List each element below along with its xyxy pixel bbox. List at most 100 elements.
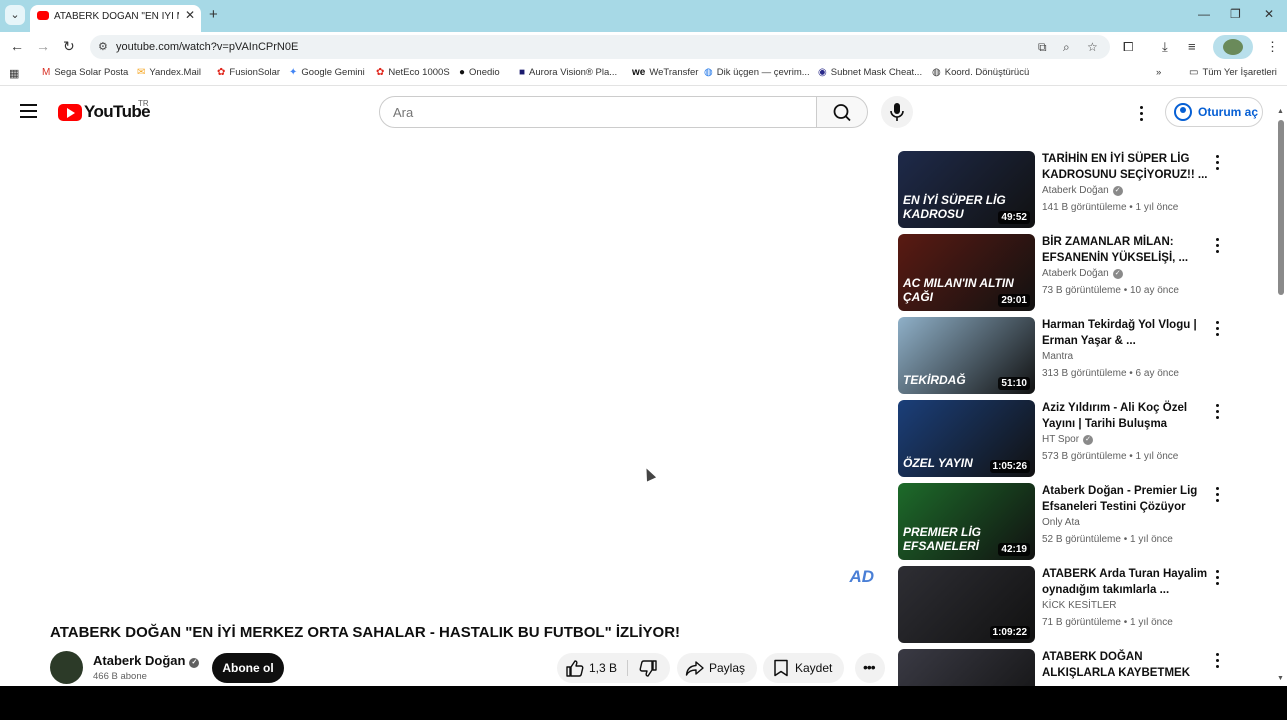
save-label: Kaydet — [795, 661, 833, 675]
url-text[interactable]: youtube.com/watch?v=pVAInCPrN0E — [116, 41, 298, 53]
bookmark-7[interactable]: we WeTransfer — [632, 67, 698, 78]
search-button[interactable] — [816, 96, 868, 128]
recommendation-title[interactable]: Harman Tekirdağ Yol Vlogu | Erman Yaşar … — [1042, 317, 1210, 349]
recommendation-menu-icon[interactable] — [1216, 487, 1220, 505]
recommendation-menu-icon[interactable] — [1216, 238, 1220, 256]
minimize-icon[interactable]: — — [1198, 7, 1210, 21]
all-bookmarks[interactable]: ▭ Tüm Yer İşaretleri — [1189, 67, 1277, 78]
bookmark-1[interactable]: ✉ Yandex.Mail — [137, 67, 201, 78]
more-actions-button[interactable]: ••• — [855, 653, 885, 683]
search-box[interactable] — [379, 96, 817, 128]
video-thumbnail[interactable]: EN İYİ SÜPER LİG KADROSU 49:52 — [898, 151, 1035, 228]
recommendation-title[interactable]: ATABERK Arda Turan Hayalim oynadığım tak… — [1042, 566, 1210, 598]
video-thumbnail[interactable]: PREMIER LİG EFSANELERİ 42:19 — [898, 483, 1035, 560]
zoom-icon[interactable]: ⌕ — [1063, 40, 1070, 55]
back-icon[interactable]: ← — [10, 38, 24, 54]
reload-icon[interactable]: ↻ — [63, 38, 75, 55]
new-tab-icon[interactable]: + — [209, 6, 218, 23]
country-code: TR — [138, 99, 149, 108]
scroll-down-icon[interactable]: ▼ — [1277, 675, 1284, 682]
recommendation-menu-icon[interactable] — [1216, 155, 1220, 173]
recommendation-title[interactable]: ATABERK DOĞAN ALKIŞLARLA KAYBETMEK TÜRK … — [1042, 649, 1210, 681]
video-player[interactable]: AD — [50, 150, 878, 615]
search-input[interactable] — [380, 97, 816, 127]
bookmark-5[interactable]: ● Onedio — [459, 67, 500, 78]
dislike-button[interactable] — [628, 653, 670, 683]
address-bar[interactable]: ⚙ youtube.com/watch?v=pVAInCPrN0E ⧉ ⌕ ☆ — [90, 35, 1110, 59]
settings-menu-icon[interactable] — [1140, 106, 1144, 124]
video-thumbnail[interactable]: ÖZEL YAYIN 1:05:26 — [898, 400, 1035, 477]
tab-close-icon[interactable]: ✕ — [185, 8, 195, 22]
recommendation-item[interactable]: 1:09:22 ATABERK Arda Turan Hayalim oynadı… — [898, 566, 1238, 644]
recommendation-channel[interactable]: HT Spor — [1042, 434, 1079, 445]
recommendation-channel[interactable]: KİCK KESİTLER — [1042, 600, 1116, 611]
install-app-icon[interactable]: ⧉ — [1038, 40, 1047, 55]
window-close-icon[interactable]: ✕ — [1264, 7, 1274, 21]
youtube-logo-icon[interactable] — [58, 104, 82, 121]
like-button[interactable]: 1,3 B — [557, 653, 627, 683]
recommendation-menu-icon[interactable] — [1216, 570, 1220, 588]
bookmark-2[interactable]: ✿ FusionSolar — [217, 67, 280, 78]
recommendation-title[interactable]: TARİHİN EN İYİ SÜPER LİG KADROSUNU SEÇİY… — [1042, 151, 1210, 183]
video-thumbnail[interactable]: AC MILAN'IN ALTIN ÇAĞI 29:01 — [898, 234, 1035, 311]
channel-name[interactable]: Ataberk Doğan — [93, 653, 185, 668]
channel-avatar[interactable] — [50, 651, 83, 684]
recommendation-channel[interactable]: Ataberk Doğan — [1042, 268, 1109, 279]
recommendation-channel[interactable]: Mantra — [1042, 351, 1073, 362]
recommendation-item[interactable]: TEKİRDAĞ 51:10 Harman Tekirdağ Yol Vlogu |… — [898, 317, 1238, 395]
recommendation-item[interactable]: EN İYİ SÜPER LİG KADROSU 49:52 TARİHİN EN … — [898, 151, 1238, 229]
video-thumbnail[interactable]: 1:09:22 — [898, 566, 1035, 643]
downloads-icon[interactable]: ⤓ — [1162, 39, 1168, 55]
browser-tab[interactable]: ATABERK DOĞAN "EN İYİ MERK ✕ — [30, 5, 201, 32]
recommendation-menu-icon[interactable] — [1216, 404, 1220, 422]
recommendation-channel-row[interactable]: KİCK KESİTLER — [1042, 600, 1116, 611]
bookmark-0[interactable]: M Sega Solar Posta — [42, 67, 128, 78]
channel-watermark[interactable]: AD — [849, 567, 874, 587]
recommendation-item[interactable]: PREMIER LİG EFSANELERİ 42:19 Ataberk Doğan… — [898, 483, 1238, 561]
verified-icon: ✓ — [1112, 186, 1123, 196]
forward-icon[interactable]: → — [36, 38, 50, 54]
recommendation-channel-row[interactable]: Only Ata — [1042, 517, 1080, 528]
apps-grid-icon[interactable]: ▦ — [9, 67, 19, 80]
bookmark-6[interactable]: ■ Aurora Vision® Pla... — [519, 67, 617, 78]
video-thumbnail[interactable]: TEKİRDAĞ 51:10 — [898, 317, 1035, 394]
recommendation-item[interactable]: ATABERK DOĞAN ALKIŞLARLA KAYBETMEK TÜRK … — [898, 649, 1238, 686]
recommendation-channel-row[interactable]: Ataberk Doğan ✓ — [1042, 268, 1123, 279]
recommendation-item[interactable]: ÖZEL YAYIN 1:05:26 Aziz Yıldırım - Ali Koç… — [898, 400, 1238, 478]
video-thumbnail[interactable] — [898, 649, 1035, 686]
recommendation-channel[interactable]: Only Ata — [1042, 517, 1080, 528]
profile-avatar[interactable] — [1213, 35, 1253, 59]
recommendation-channel-row[interactable]: Mantra — [1042, 351, 1073, 362]
recommendation-item[interactable]: AC MILAN'IN ALTIN ÇAĞI 29:01 BİR ZAMANLAR … — [898, 234, 1238, 312]
recommendation-channel[interactable]: Ataberk Doğan — [1042, 185, 1109, 196]
save-button[interactable]: Kaydet — [763, 653, 844, 683]
share-button[interactable]: Paylaş — [677, 653, 757, 683]
scroll-up-icon[interactable]: ▲ — [1277, 108, 1284, 115]
subscribe-button[interactable]: Abone ol — [212, 653, 284, 683]
page-scrollbar[interactable] — [1278, 120, 1284, 295]
recommendation-title[interactable]: BİR ZAMANLAR MİLAN: EFSANENİN YÜKSELİŞİ,… — [1042, 234, 1210, 266]
extensions-icon[interactable]: ⧠ — [1123, 39, 1133, 55]
browser-menu-icon[interactable]: ⋮ — [1266, 39, 1279, 55]
bookmark-10[interactable]: ◍ Koord. Dönüştürücü — [932, 67, 1029, 78]
recommendation-menu-icon[interactable] — [1216, 653, 1220, 671]
bookmark-4[interactable]: ✿ NetEco 1000S — [376, 67, 450, 78]
channel-name-row[interactable]: Ataberk Doğan ✓ — [93, 653, 200, 668]
recommendation-channel-row[interactable]: HT Spor ✓ — [1042, 434, 1094, 445]
tab-search-icon[interactable]: ⌄ — [5, 5, 25, 25]
recommendation-menu-icon[interactable] — [1216, 321, 1220, 339]
bookmark-star-icon[interactable]: ☆ — [1087, 40, 1098, 54]
voice-search-button[interactable] — [881, 96, 913, 128]
recommendation-channel-row[interactable]: Ataberk Doğan ✓ — [1042, 185, 1123, 196]
guide-menu-icon[interactable] — [20, 104, 37, 118]
recommendation-title[interactable]: Aziz Yıldırım - Ali Koç Özel Yayını | Ta… — [1042, 400, 1210, 432]
signin-button[interactable]: Oturum aç — [1165, 97, 1263, 127]
maximize-icon[interactable]: ❐ — [1230, 7, 1241, 21]
bookmarks-overflow-icon[interactable]: » — [1156, 67, 1161, 78]
recommendation-title[interactable]: Ataberk Doğan - Premier Lig Efsaneleri T… — [1042, 483, 1210, 515]
bookmark-3[interactable]: ✦ Google Gemini — [289, 67, 365, 78]
media-controls-icon[interactable]: ≡ — [1188, 39, 1196, 54]
site-info-icon[interactable]: ⚙ — [98, 40, 108, 53]
bookmark-8[interactable]: ◍ Dik üçgen — çevrim... — [704, 67, 810, 78]
bookmark-9[interactable]: ◉ Subnet Mask Cheat... — [818, 67, 922, 78]
